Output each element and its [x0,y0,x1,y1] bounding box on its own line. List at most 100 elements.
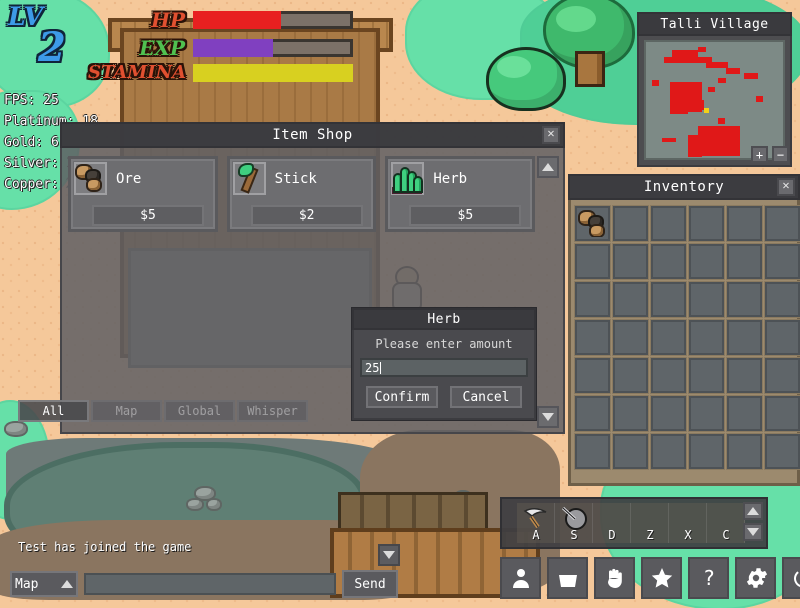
shop-item-price-button[interactable]: $2 [250,205,363,226]
inventory-slot[interactable] [613,396,648,431]
inventory-slot[interactable] [689,206,724,241]
inventory-slot[interactable] [765,358,800,393]
inventory-panel: Inventory ✕ [568,174,800,486]
hotbar-scroll-up-button[interactable] [743,502,763,520]
inventory-slot[interactable] [689,244,724,279]
item-shop-item-row: Ore $5 Stick $2 Herb $5 [68,156,536,232]
item-shop-title: Item Shop [60,122,565,148]
inventory-slot[interactable] [651,320,686,355]
scroll-down-button[interactable] [537,406,559,428]
shop-item-price-button[interactable]: $5 [92,205,204,226]
amount-input[interactable]: 25 [360,358,528,377]
minimap-title: Talli Village [637,12,792,36]
amount-dialog: Herb Please enter amount 25 Confirm Canc… [352,308,536,420]
confirm-button[interactable]: Confirm [366,386,438,408]
chevron-up-icon [61,580,73,588]
minimap-zoom-out-button[interactable]: − [772,146,789,163]
hotbar-key-label: S [570,528,578,542]
inventory-slot[interactable] [651,434,686,469]
minimap-zoom-in-button[interactable]: + [751,146,768,163]
hotbar-slot-c[interactable]: C [707,503,745,543]
shop-item-price-button[interactable]: $5 [409,205,522,226]
settings-button[interactable] [735,557,776,599]
person-icon [512,569,529,588]
inventory-slot[interactable] [651,282,686,317]
shop-item-card[interactable]: Herb $5 [385,156,536,232]
minimap-canvas[interactable] [644,40,785,160]
skills-button[interactable] [594,557,635,599]
chat-channel-label: Map [15,576,39,592]
scroll-up-button[interactable] [537,156,559,178]
hotbar-slot-s[interactable]: S [555,503,593,543]
chat-tab-whisper[interactable]: Whisper [237,400,308,422]
inventory-slot[interactable] [765,206,800,241]
inventory-slot[interactable] [575,396,610,431]
hotbar-slot-z[interactable]: Z [631,503,669,543]
inventory-slot[interactable] [689,396,724,431]
inventory-slot[interactable] [613,358,648,393]
inventory-slot[interactable] [727,206,762,241]
inventory-slot[interactable] [651,206,686,241]
inventory-slot[interactable] [575,358,610,393]
hotbar-key-label: Z [646,528,654,542]
level-value: 2 [38,24,66,71]
inventory-slot[interactable] [727,358,762,393]
inventory-slot[interactable] [651,244,686,279]
inventory-slot[interactable] [689,320,724,355]
inventory-slot[interactable] [575,244,610,279]
inventory-slot[interactable] [613,434,648,469]
inventory-slot[interactable] [575,320,610,355]
chat-message: Test has joined the game [18,540,192,554]
help-button[interactable]: ? [688,557,729,599]
inventory-slot[interactable] [651,396,686,431]
inventory-slot[interactable] [689,282,724,317]
inventory-slot[interactable] [613,282,648,317]
inventory-slot[interactable] [613,244,648,279]
quests-button[interactable] [641,557,682,599]
inventory-slot[interactable] [575,206,610,241]
inventory-close-button[interactable]: ✕ [777,178,795,196]
inventory-slot[interactable] [765,434,800,469]
inventory-slot[interactable] [765,244,800,279]
inventory-slot[interactable] [765,320,800,355]
send-button[interactable]: Send [342,570,398,598]
hotbar-scroll-down-button[interactable] [743,523,763,541]
inventory-slot[interactable] [575,282,610,317]
inventory-slot[interactable] [689,434,724,469]
inventory-slot[interactable] [727,244,762,279]
shop-item-card[interactable]: Ore $5 [68,156,218,232]
shop-item-card[interactable]: Stick $2 [226,156,377,232]
hotbar-slot-d[interactable]: D [593,503,631,543]
chat-tab-all[interactable]: All [18,400,89,422]
bag-button[interactable] [547,557,588,599]
hotbar-slot-a[interactable]: A [517,503,555,543]
inventory-slot[interactable] [727,434,762,469]
chat-tab-bar: All Map Global Whisper [18,400,308,422]
hotbar-slot-x[interactable]: X [669,503,707,543]
inventory-slot[interactable] [727,320,762,355]
inventory-grid [575,206,800,469]
chat-tab-map[interactable]: Map [91,400,162,422]
inventory-slot[interactable] [727,282,762,317]
inventory-slot[interactable] [727,396,762,431]
chevron-down-icon [542,413,554,421]
chat-tab-global[interactable]: Global [164,400,235,422]
inventory-slot[interactable] [575,434,610,469]
chat-channel-select[interactable]: Map [10,571,78,597]
text-caret [380,361,382,374]
item-shop-close-button[interactable]: ✕ [542,126,560,144]
inventory-slot[interactable] [689,358,724,393]
exp-label: EXP [139,36,185,60]
item-shop-scrollbar[interactable] [537,156,561,428]
cancel-button[interactable]: Cancel [450,386,522,408]
chat-scroll-down-button[interactable] [378,544,400,566]
inventory-slot[interactable] [613,206,648,241]
inventory-slot[interactable] [651,358,686,393]
minimap-zoom-controls: + − [751,146,789,163]
logout-button[interactable] [782,557,800,599]
chat-input[interactable] [84,573,336,595]
inventory-slot[interactable] [765,396,800,431]
inventory-slot[interactable] [765,282,800,317]
inventory-slot[interactable] [613,320,648,355]
character-button[interactable] [500,557,541,599]
